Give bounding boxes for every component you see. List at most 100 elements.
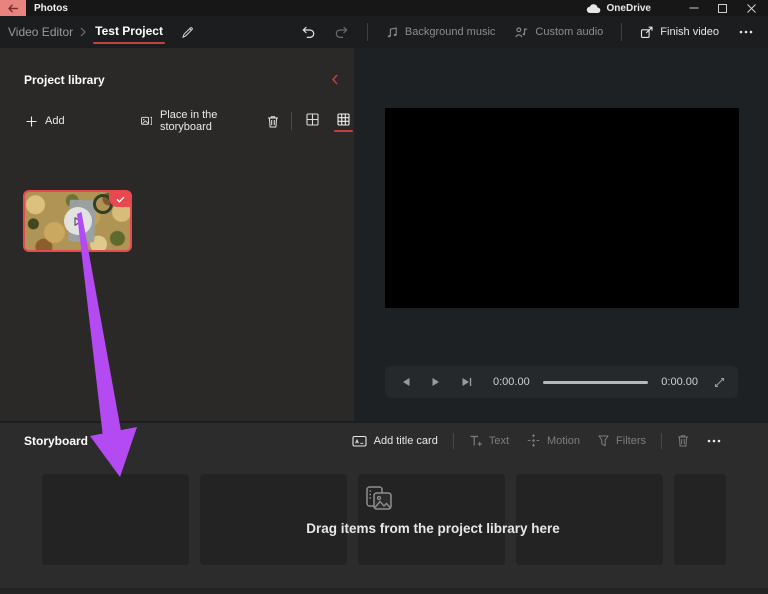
grid-small-view-button[interactable] xyxy=(333,110,354,132)
onedrive-label: OneDrive xyxy=(607,3,651,14)
custom-audio-icon xyxy=(515,26,528,38)
back-arrow-icon xyxy=(8,4,19,13)
grid-large-view-button[interactable] xyxy=(302,110,323,132)
play-icon xyxy=(72,216,83,227)
window-bottom-edge xyxy=(0,588,768,594)
motion-button[interactable]: Motion xyxy=(518,429,589,452)
toolbar-separator xyxy=(367,23,368,41)
redo-button[interactable] xyxy=(326,19,358,45)
plus-icon xyxy=(26,116,37,127)
play-button[interactable] xyxy=(421,367,451,397)
selected-view-underline xyxy=(334,130,353,132)
seek-slider[interactable] xyxy=(543,381,649,384)
titlebar: Photos OneDrive xyxy=(0,0,768,16)
title-card-icon xyxy=(352,435,367,447)
background-music-label: Background music xyxy=(405,26,496,38)
place-in-storyboard-icon xyxy=(141,115,152,127)
grid-2x2-icon xyxy=(306,113,319,126)
pencil-icon xyxy=(181,26,194,39)
video-preview-screen xyxy=(385,108,739,308)
storyboard-title: Storyboard xyxy=(24,434,88,448)
toolbar-separator xyxy=(453,433,454,449)
motion-icon xyxy=(527,434,540,447)
cloud-icon xyxy=(586,3,602,14)
checkmark-icon xyxy=(116,196,125,203)
back-button[interactable] xyxy=(0,0,26,16)
storyboard-placeholder[interactable] xyxy=(42,474,189,565)
undo-icon xyxy=(301,25,315,39)
custom-audio-label: Custom audio xyxy=(535,26,603,38)
preview-area: 0:00.00 0:00.00 xyxy=(354,48,768,421)
rename-project-button[interactable] xyxy=(181,26,194,39)
app-title: Photos xyxy=(34,3,68,14)
grid-3x3-icon xyxy=(337,113,350,126)
previous-frame-button[interactable] xyxy=(391,367,421,397)
total-time-label: 0:00.00 xyxy=(661,376,698,388)
selected-tab-underline xyxy=(93,42,165,44)
add-title-card-button[interactable]: Add title card xyxy=(343,430,447,452)
close-button[interactable] xyxy=(737,0,766,16)
toolbar-separator xyxy=(621,23,622,41)
storyboard-section: Storyboard Add title card Text Motion xyxy=(0,421,768,594)
undo-button[interactable] xyxy=(292,19,324,45)
storyboard-placeholder[interactable] xyxy=(674,474,726,565)
place-in-storyboard-button[interactable]: Place in the storyboard xyxy=(141,109,252,133)
add-label: Add xyxy=(45,115,65,127)
play-clip-button[interactable] xyxy=(64,207,92,235)
toolbar-separator xyxy=(661,433,662,449)
motion-label: Motion xyxy=(547,435,580,447)
collapse-panel-button[interactable] xyxy=(328,72,342,87)
text-icon xyxy=(469,435,482,447)
current-time-label: 0:00.00 xyxy=(493,376,530,388)
previous-frame-icon xyxy=(401,377,411,387)
trash-icon xyxy=(677,434,689,447)
maximize-button[interactable] xyxy=(708,0,737,16)
more-options-icon xyxy=(707,439,721,443)
storyboard-placeholder[interactable] xyxy=(516,474,663,565)
finish-video-button[interactable]: Finish video xyxy=(631,20,728,45)
chevron-left-icon xyxy=(332,74,338,85)
filters-button[interactable]: Filters xyxy=(589,430,655,452)
add-title-card-label: Add title card xyxy=(374,435,438,447)
background-music-button[interactable]: Background music xyxy=(377,20,505,44)
text-button[interactable]: Text xyxy=(460,430,518,452)
storyboard-placeholder[interactable] xyxy=(200,474,347,565)
toolbar-separator xyxy=(291,112,292,130)
project-name-label: Test Project xyxy=(95,24,163,38)
place-in-storyboard-label: Place in the storyboard xyxy=(160,109,251,133)
see-more-button[interactable] xyxy=(730,24,762,40)
minimize-button[interactable] xyxy=(679,0,708,16)
breadcrumb-video-editor[interactable]: Video Editor xyxy=(8,25,73,39)
next-frame-button[interactable] xyxy=(451,367,481,397)
more-options-icon xyxy=(739,30,753,34)
trash-icon xyxy=(267,115,279,128)
filters-label: Filters xyxy=(616,435,646,447)
finish-video-icon xyxy=(640,26,653,39)
command-bar: Video Editor Test Project xyxy=(0,16,768,48)
storyboard-see-more-button[interactable] xyxy=(698,434,730,448)
onedrive-button[interactable]: OneDrive xyxy=(586,3,651,14)
selected-check-badge xyxy=(109,191,131,207)
text-label: Text xyxy=(489,435,509,447)
delete-card-button[interactable] xyxy=(668,429,698,452)
drag-hint-text: Drag items from the project library here xyxy=(200,521,666,536)
next-frame-icon xyxy=(461,377,472,387)
image-stack-icon xyxy=(365,485,395,513)
custom-audio-button[interactable]: Custom audio xyxy=(506,20,612,44)
filters-icon xyxy=(598,435,609,447)
expand-icon xyxy=(714,377,725,388)
breadcrumb-chevron-icon xyxy=(80,27,86,37)
project-library-panel: Project library Add Place in the storybo… xyxy=(0,48,354,421)
delete-clip-button[interactable] xyxy=(267,115,279,128)
music-note-icon xyxy=(386,26,398,38)
playback-controls: 0:00.00 0:00.00 xyxy=(385,366,738,398)
breadcrumb-test-project[interactable]: Test Project xyxy=(93,18,165,46)
add-button[interactable]: Add xyxy=(26,115,65,127)
redo-icon xyxy=(335,25,349,39)
finish-video-label: Finish video xyxy=(660,26,719,38)
project-library-title: Project library xyxy=(24,73,105,87)
video-clip-thumbnail[interactable] xyxy=(23,190,132,252)
fullscreen-button[interactable] xyxy=(704,367,734,397)
photos-video-editor-window: Photos OneDrive Video Editor xyxy=(0,0,768,594)
play-icon xyxy=(431,377,441,387)
